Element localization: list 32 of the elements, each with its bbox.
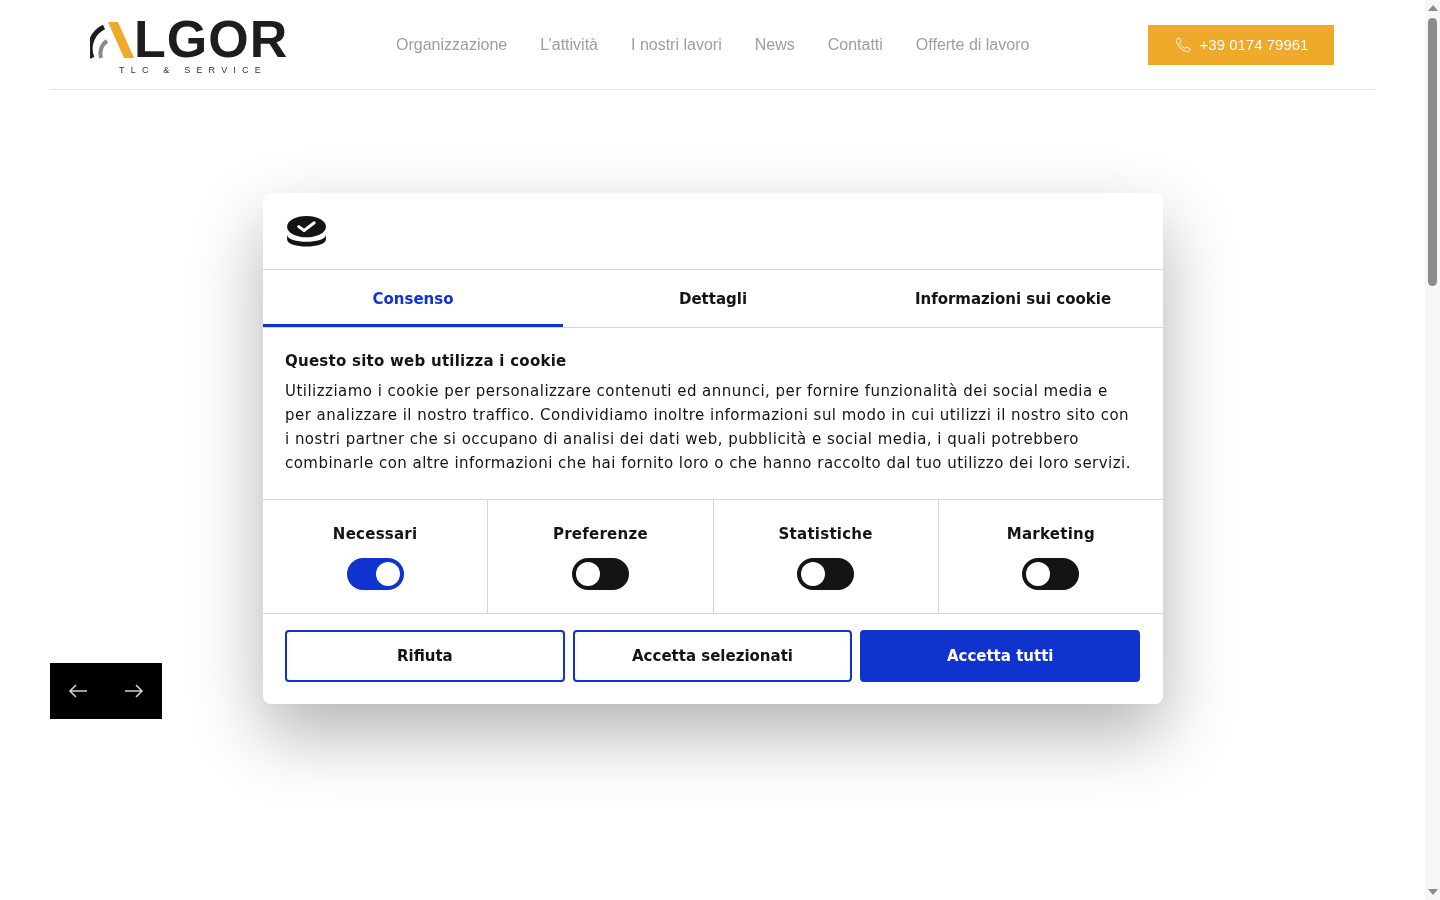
nav-link[interactable]: News [754,35,795,54]
accept-all-button[interactable]: Accetta tutti [860,630,1140,682]
consent-check-icon [285,214,328,248]
consent-button[interactable]: Accetta selezionati [572,630,853,682]
toggle-switch[interactable] [797,558,855,590]
consent-button[interactable]: Rifiuta [285,630,565,682]
right-arrow-icon [124,684,144,698]
nav-link[interactable]: Offerte di lavoro [915,35,1030,54]
category-label: Marketing [1006,524,1095,544]
dialog-heading: Questo sito web utilizza i cookie [285,351,568,371]
nav-link[interactable]: Organizzazione [396,35,508,54]
phone-button[interactable]: +39 0174 79961 [1148,24,1334,65]
category-label: Preferenze [552,524,648,544]
category-label: Statistiche [778,524,873,544]
toggle-switch[interactable] [346,558,404,590]
toggle-switch[interactable] [1022,558,1080,590]
toggle-switch[interactable] [571,558,629,590]
dialog-tab[interactable]: Consenso [263,270,563,327]
scroll-down-icon[interactable] [1427,889,1438,895]
logo-mark-icon [90,21,134,59]
scrollbar[interactable] [1425,0,1440,900]
nav-link[interactable]: L’attività [540,35,598,54]
scroll-up-icon[interactable] [1427,5,1438,11]
phone-icon [1173,35,1192,54]
logo-tagline: TLC & SERVICE [118,64,267,76]
dialog-text: Utilizziamo i cookie per personalizzare contenuti ed annunci, per fornire funzionalità dei social media e per analizzare il nostro traffico. Condividiamo inoltre informazioni sul modo in cui utilizzi il nostro sito con i nostri partner che si occupano di analisi dei dati web, pubblicità e social media, i quali potrebbero combinarle con altre informazioni che hai fornito loro o che hanno raccolto dal tuo utilizzo dei loro servizi. [285,381,1132,474]
category-label: Necessari [332,524,418,544]
scrollbar-thumb[interactable] [1428,18,1437,286]
left-arrow-icon [68,684,88,698]
nav-link[interactable]: I nostri lavori [631,35,722,54]
nav-link[interactable]: Contatti [827,35,883,54]
logo-wordmark: LGOR [134,19,289,59]
